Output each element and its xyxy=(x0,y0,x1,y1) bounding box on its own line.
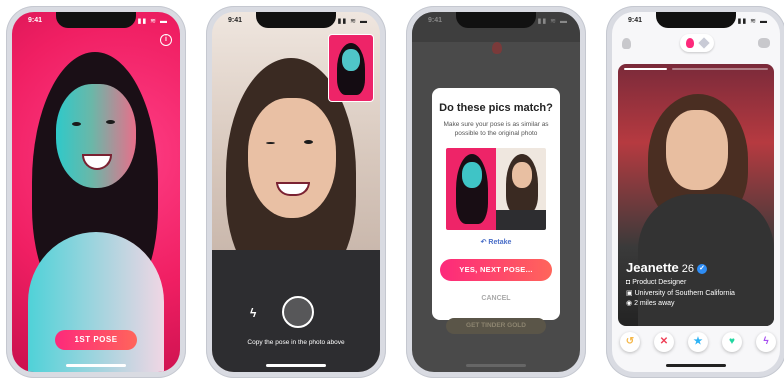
photo-comparison xyxy=(446,148,546,230)
next-pose-button[interactable]: YES, NEXT POSE... xyxy=(440,259,552,281)
pose-instruction: Copy the pose in the photo above xyxy=(247,339,345,346)
face-shape xyxy=(666,110,728,190)
face-shape xyxy=(56,84,136,188)
home-indicator xyxy=(666,364,726,367)
rewind-button[interactable]: ↺ xyxy=(620,332,640,352)
dialog-title: Do these pics match? xyxy=(439,102,553,114)
profile-name-text: Jeanette xyxy=(626,260,679,275)
flame-icon xyxy=(492,42,502,54)
face-shape xyxy=(248,98,336,218)
status-time: 9:41 xyxy=(628,17,643,24)
nope-button[interactable]: ✕ xyxy=(654,332,674,352)
photo-bar-rest xyxy=(671,68,768,70)
top-navigation xyxy=(612,30,780,60)
flash-icon[interactable]: ϟ xyxy=(250,306,256,320)
cancel-button[interactable]: CANCEL xyxy=(432,295,560,302)
status-time: 9:41 xyxy=(228,17,243,24)
profile-age: 26 xyxy=(681,263,694,275)
super-like-button[interactable]: ★ xyxy=(688,332,708,352)
status-icons: ▮▮ ≋ ▬ xyxy=(537,18,568,25)
boost-button[interactable]: ϟ xyxy=(756,332,776,352)
reference-pose-thumbnail xyxy=(328,34,374,102)
home-indicator xyxy=(266,364,326,367)
phone-profile-card: 9:41 ▮▮ ≋ ▬ Jeanette 26 ✓ ◘ Product Design… xyxy=(606,6,784,378)
sparkle-icon xyxy=(698,37,710,49)
distance-text: 2 miles away xyxy=(634,300,675,307)
phone-match-check: 9:41 ▮▮ ≋ ▬ Do these pics match? Make su… xyxy=(406,6,586,378)
status-bar: 9:41 ▮▮ ≋ ▬ xyxy=(612,16,780,28)
status-icons: ▮▮ ≋ ▬ xyxy=(737,18,768,25)
messages-icon[interactable] xyxy=(758,38,770,48)
match-check-screen: 9:41 ▮▮ ≋ ▬ Do these pics match? Make su… xyxy=(412,12,580,372)
status-icons: ▮▮ ≋ ▬ xyxy=(137,18,168,25)
thumb-face xyxy=(342,49,360,71)
tinder-gold-button: GET TINDER GOLD xyxy=(446,318,546,334)
discover-toggle[interactable] xyxy=(680,34,714,52)
top-clothing xyxy=(28,232,164,372)
home-indicator xyxy=(466,364,526,367)
phone-pose-intro: 9:41 ▮▮ ≋ ▬ i 1ST POSE xyxy=(6,6,186,378)
retake-label: Retake xyxy=(488,239,512,246)
photo-progress-bars xyxy=(624,68,768,70)
home-indicator xyxy=(66,364,126,367)
status-icons: ▮▮ ≋ ▬ xyxy=(337,18,368,25)
camera-screen: 9:41 ▮▮ ≋ ▬ ϟ Copy the pose in the photo… xyxy=(212,12,380,372)
flame-icon xyxy=(686,38,694,48)
pose-intro-screen: 9:41 ▮▮ ≋ ▬ i 1ST POSE xyxy=(12,12,180,372)
verified-badge-icon: ✓ xyxy=(697,263,707,274)
profile-distance: ◉ 2 miles away xyxy=(626,300,675,307)
retake-icon: ↶ xyxy=(480,239,487,246)
new-face xyxy=(512,162,532,188)
profile-name: Jeanette 26 ✓ xyxy=(626,260,707,275)
eye-right xyxy=(304,140,313,144)
retake-button[interactable]: ↶ Retake xyxy=(432,238,560,246)
job-text: Product Designer xyxy=(632,279,687,286)
action-bar: ↺ ✕ ★ ♥ ϟ xyxy=(620,332,776,354)
profile-icon[interactable] xyxy=(622,38,631,49)
eye-left xyxy=(266,142,275,144)
school-text: University of Southern California xyxy=(634,290,735,297)
profile-card[interactable]: Jeanette 26 ✓ ◘ Product Designer ▣ Univers… xyxy=(618,64,774,326)
original-face xyxy=(462,162,482,188)
status-time: 9:41 xyxy=(28,17,43,24)
like-button[interactable]: ♥ xyxy=(722,332,742,352)
status-bar: 9:41 ▮▮ ≋ ▬ xyxy=(212,16,380,28)
profile-school: ▣ University of Southern California xyxy=(626,290,735,297)
status-bar: 9:41 ▮▮ ≋ ▬ xyxy=(412,16,580,28)
status-bar: 9:41 ▮▮ ≋ ▬ xyxy=(12,16,180,28)
eye-left xyxy=(72,122,81,126)
profile-job: ◘ Product Designer xyxy=(626,279,687,286)
new-photo xyxy=(496,148,546,230)
status-time: 9:41 xyxy=(428,17,443,24)
new-sweater xyxy=(496,210,546,230)
match-dialog: Do these pics match? Make sure your pose… xyxy=(432,88,560,320)
shutter-button[interactable] xyxy=(282,296,314,328)
eye-right xyxy=(106,120,115,124)
phone-camera: 9:41 ▮▮ ≋ ▬ ϟ Copy the pose in the photo… xyxy=(206,6,386,378)
profile-card-screen: 9:41 ▮▮ ≋ ▬ Jeanette 26 ✓ ◘ Product Design… xyxy=(612,12,780,372)
original-photo xyxy=(446,148,496,230)
dialog-subtitle: Make sure your pose is as similar as pos… xyxy=(443,121,549,137)
pose-photo xyxy=(12,12,180,372)
photo-bar-active xyxy=(624,68,668,70)
first-pose-button[interactable]: 1ST POSE xyxy=(55,330,137,350)
